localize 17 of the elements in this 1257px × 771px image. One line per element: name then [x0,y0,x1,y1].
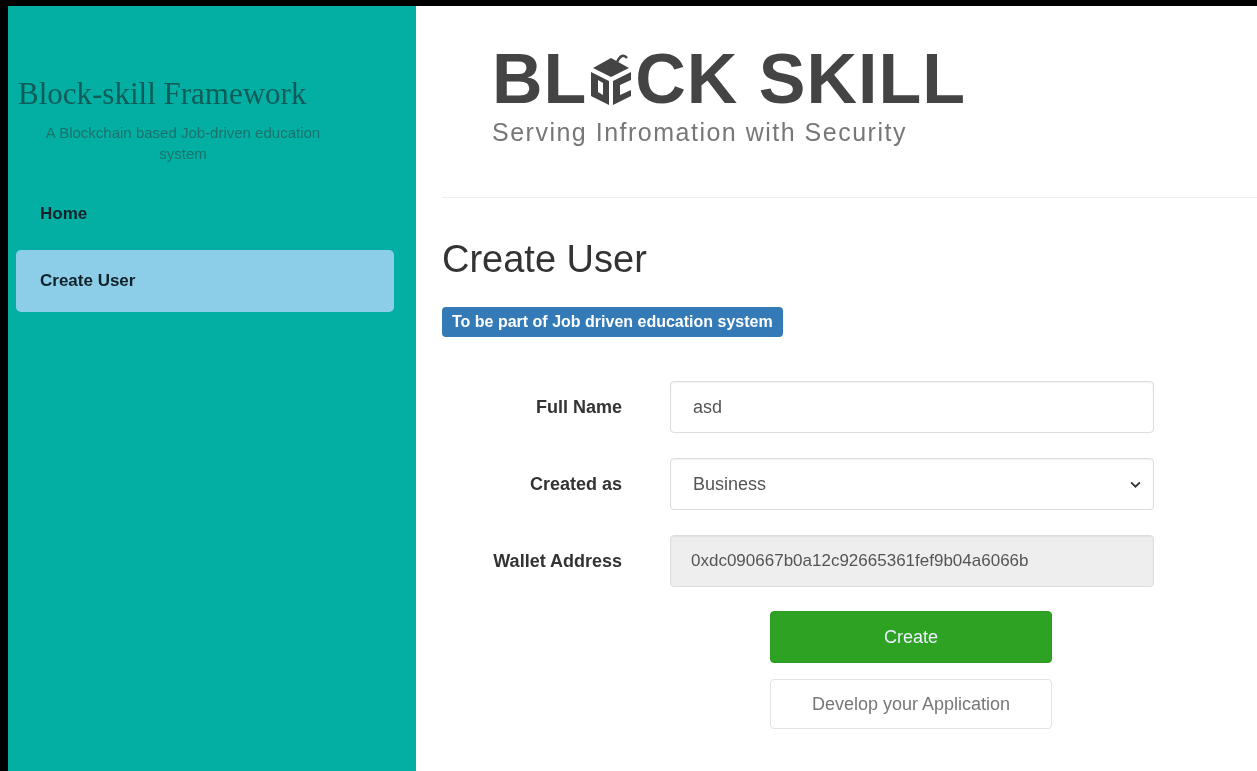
name-input[interactable]: asd [670,381,1154,433]
chevron-down-icon [1130,480,1141,488]
field-label: Full Name [534,396,622,418]
info-label: To be part of Job driven education system [442,307,783,337]
page-heading: Create User [442,238,647,281]
logo-text: BL [492,48,588,110]
nav-link[interactable]: Home [16,188,394,240]
field-label: Created as [528,473,622,495]
role-select[interactable]: Business [670,458,1154,510]
app-subtitle: A Blockchain based Job-driven education system [44,123,322,164]
nav-link[interactable]: Create User [16,250,394,312]
tagline: Serving Infromation with Security [492,118,908,147]
logo-text: CK SKILL [635,48,967,110]
app-title: Block-skill Framework [17,76,308,112]
wallet-address-field[interactable]: 0xdc090667b0a12c92665361fef9b04a6066b [670,535,1154,587]
develop-button[interactable]: Develop your Application [770,679,1052,729]
field-label: Wallet Address [492,550,622,572]
